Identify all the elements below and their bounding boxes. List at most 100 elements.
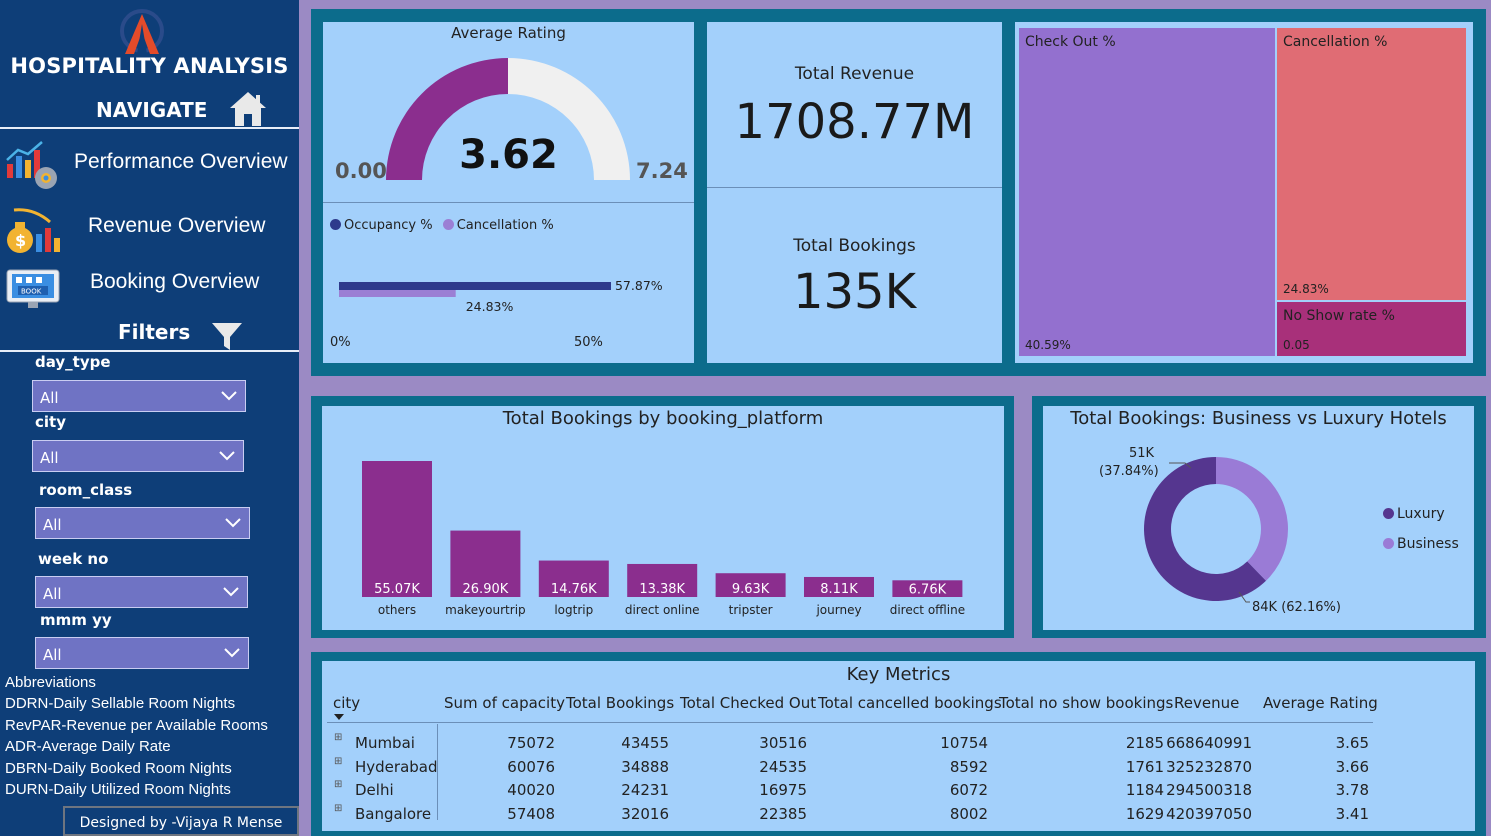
table-title: Key Metrics bbox=[846, 664, 951, 685]
occupancy-bar-chart: 57.87% 24.83% bbox=[339, 278, 663, 314]
divider bbox=[0, 350, 299, 352]
column-header[interactable]: Total cancelled bookings bbox=[818, 694, 1002, 712]
column-header[interactable]: Total Bookings bbox=[566, 694, 674, 712]
platform-chart-title: Total Bookings by booking_platform bbox=[502, 408, 824, 429]
nav-revenue-overview[interactable]: $ Revenue Overview bbox=[0, 202, 299, 258]
table-cell: 24231 bbox=[621, 781, 669, 799]
filter-funnel-icon bbox=[212, 323, 242, 350]
table-cell: 75072 bbox=[507, 734, 555, 752]
column-header[interactable]: Total no show bookings bbox=[999, 694, 1173, 712]
svg-text:BOOK: BOOK bbox=[21, 288, 42, 296]
dropdown-value: All bbox=[40, 389, 59, 407]
home-icon[interactable] bbox=[228, 90, 268, 128]
filter-label-week-no: week no bbox=[38, 550, 109, 568]
key-metrics-panel: Key Metrics city Sum of capacity Total B… bbox=[322, 661, 1475, 831]
city-dropdown[interactable]: All bbox=[32, 440, 244, 472]
nav-item-label: Revenue Overview bbox=[88, 214, 266, 237]
treemap-cell-cancellation[interactable]: Cancellation % 24.83% bbox=[1277, 28, 1466, 300]
bar-data-label: 6.76K bbox=[909, 583, 947, 598]
week-no-dropdown[interactable]: All bbox=[35, 576, 248, 608]
table-cell: 32016 bbox=[621, 805, 669, 823]
nav-performance-overview[interactable]: Performance Overview bbox=[0, 138, 299, 194]
rating-panel: Average Rating 0.00 7.24 3.62 Occupancy … bbox=[323, 22, 694, 363]
treemap-panel: Check Out % 40.59% Cancellation % 24.83%… bbox=[1015, 22, 1473, 363]
category-label: direct offline bbox=[890, 603, 965, 617]
bar-data-label: 55.07K bbox=[374, 582, 420, 597]
total-bookings-value: 135K bbox=[792, 264, 917, 320]
navigate-label: NAVIGATE bbox=[96, 98, 208, 122]
day-type-dropdown[interactable]: All bbox=[32, 380, 246, 412]
category-label: makeyourtrip bbox=[445, 603, 526, 617]
filters-title: Filters bbox=[118, 320, 191, 344]
treemap-cell-checkout[interactable]: Check Out % 40.59% bbox=[1019, 28, 1275, 356]
legend-dot bbox=[1383, 538, 1394, 549]
abbreviation-item: DBRN-Daily Booked Room Nights bbox=[5, 760, 232, 777]
table-cell: 60076 bbox=[507, 758, 555, 776]
svg-text:$: $ bbox=[15, 231, 26, 250]
divider bbox=[0, 127, 299, 129]
category-label: journey bbox=[815, 603, 861, 617]
total-revenue-value: 1708.77M bbox=[734, 94, 975, 150]
platform-panel: Total Bookings by booking_platform 55.07… bbox=[322, 406, 1004, 630]
column-header[interactable]: Revenue bbox=[1174, 694, 1239, 712]
room-class-dropdown[interactable]: All bbox=[35, 507, 250, 539]
chevron-down-icon bbox=[225, 518, 241, 528]
sort-desc-icon[interactable] bbox=[334, 714, 344, 721]
legend-label: Business bbox=[1397, 536, 1459, 552]
abbreviation-item: RevPAR-Revenue per Available Rooms bbox=[5, 717, 268, 734]
occupancy-bar[interactable] bbox=[339, 282, 611, 290]
table-cell: 325232870 bbox=[1166, 758, 1252, 776]
kpi-panel: Total Revenue 1708.77M Total Bookings 13… bbox=[707, 22, 1002, 363]
column-header[interactable]: Sum of capacity bbox=[444, 694, 565, 712]
column-header[interactable]: Average Rating bbox=[1263, 694, 1378, 712]
table-cell: 3.66 bbox=[1335, 758, 1369, 776]
category-label: tripster bbox=[729, 603, 773, 617]
expand-row-icon[interactable]: ⊞ bbox=[334, 732, 342, 743]
logo-icon bbox=[120, 9, 164, 54]
occupancy-bar[interactable] bbox=[339, 290, 456, 297]
legend-dot bbox=[1383, 508, 1394, 519]
mmm-yy-dropdown[interactable]: All bbox=[35, 637, 249, 669]
table-cell-city: Bangalore bbox=[355, 805, 432, 823]
bar-data-label: 9.63K bbox=[732, 582, 770, 597]
column-header-city[interactable]: city bbox=[333, 694, 360, 712]
bar-data-label: 57.87% bbox=[615, 278, 663, 293]
table-cell: 1184 bbox=[1125, 781, 1164, 799]
donut-slice-business[interactable] bbox=[1216, 457, 1288, 581]
chevron-down-icon bbox=[219, 451, 235, 461]
dropdown-value: All bbox=[43, 516, 62, 534]
abbreviation-item: ADR-Average Daily Rate bbox=[5, 738, 171, 755]
bar-data-label: 8.11K bbox=[820, 582, 858, 597]
expand-row-icon[interactable]: ⊞ bbox=[334, 779, 342, 790]
table-cell: 8592 bbox=[949, 758, 988, 776]
money-bag-icon: $ bbox=[7, 208, 60, 253]
table-cell: 8002 bbox=[949, 805, 988, 823]
nav-booking-overview[interactable]: BOOK Booking Overview bbox=[0, 258, 299, 314]
slice-label-value: 51K bbox=[1129, 446, 1155, 461]
divider bbox=[707, 187, 1002, 188]
table-cell-city: Mumbai bbox=[355, 734, 415, 752]
table-cell: 6072 bbox=[949, 781, 988, 799]
expand-row-icon[interactable]: ⊞ bbox=[334, 803, 342, 814]
filter-label-room-class: room_class bbox=[39, 481, 133, 499]
axis-tick: 0% bbox=[330, 335, 351, 350]
platform-bar-chart: 55.07K others 26.90K makeyourtrip 14.76K logt… bbox=[362, 461, 965, 617]
treemap-label: Cancellation % bbox=[1283, 34, 1388, 50]
chevron-down-icon bbox=[224, 648, 240, 658]
table-cell-city: Delhi bbox=[355, 781, 394, 799]
filter-label-city: city bbox=[35, 413, 66, 431]
platform-bar[interactable] bbox=[362, 461, 432, 597]
column-header[interactable]: Total Checked Out bbox=[680, 694, 816, 712]
gauge-value: 3.62 bbox=[459, 132, 558, 178]
slice-label-luxury: 84K (62.16%) bbox=[1252, 600, 1341, 615]
app-title: HOSPITALITY ANALYSIS bbox=[10, 54, 289, 78]
table-cell: 30516 bbox=[759, 734, 807, 752]
table-cell: 294500318 bbox=[1166, 781, 1252, 799]
table-cell: 2185 bbox=[1125, 734, 1164, 752]
expand-row-icon[interactable]: ⊞ bbox=[334, 756, 342, 767]
table-cell: 24535 bbox=[759, 758, 807, 776]
legend-label: Occupancy % bbox=[344, 218, 433, 233]
category-label: logtrip bbox=[554, 603, 593, 617]
legend-business: Business bbox=[1383, 536, 1459, 552]
treemap-cell-no-show[interactable]: No Show rate % 0.05 bbox=[1277, 302, 1466, 356]
